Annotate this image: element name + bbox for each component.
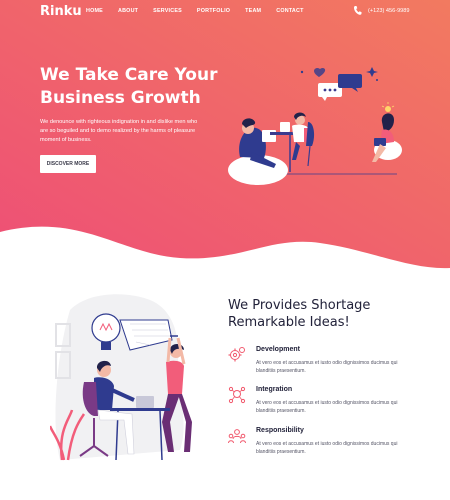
ideas-illustration bbox=[50, 294, 192, 461]
nav-item-services[interactable]: SERVICES bbox=[153, 8, 182, 14]
section-title-line-2: Remarkable Ideas! bbox=[228, 315, 350, 330]
network-icon bbox=[228, 386, 246, 404]
gears-icon bbox=[228, 347, 245, 362]
nav-item-contact[interactable]: CONTACT bbox=[276, 8, 303, 14]
feature-description: At vero eos et accusamus et iusto odio d… bbox=[256, 400, 398, 414]
hero-title: We Take Care Your Business Growth bbox=[40, 64, 240, 110]
nav-item-portfolio[interactable]: PORTFOLIO bbox=[197, 8, 230, 14]
nav-item-home[interactable]: HOME bbox=[86, 8, 103, 14]
phone-number: (+123) 456-9989 bbox=[368, 7, 410, 14]
feature-title: Development bbox=[256, 346, 300, 353]
chat-bubbles-icon bbox=[300, 67, 378, 101]
nav-item-about[interactable]: ABOUT bbox=[118, 8, 138, 14]
phone-icon bbox=[354, 6, 362, 15]
top-navigation: Rinku HOME ABOUT SERVICES PORTFOLIO TEAM… bbox=[0, 0, 450, 22]
phone-contact[interactable]: (+123) 456-9989 bbox=[353, 5, 410, 16]
discover-more-button[interactable]: DISCOVER MORE bbox=[40, 155, 96, 173]
hero-section: Rinku HOME ABOUT SERVICES PORTFOLIO TEAM… bbox=[0, 0, 450, 275]
feature-description: At vero eos et accusamus et iusto odio d… bbox=[256, 360, 398, 374]
section-title-line-1: We Provides Shortage bbox=[228, 298, 371, 313]
feature-title: Integration bbox=[256, 386, 293, 393]
meeting-illustration bbox=[228, 67, 402, 185]
section-title: We Provides Shortage Remarkable Ideas! bbox=[228, 297, 428, 331]
feature-description: At vero eos et accusamus et iusto odio d… bbox=[256, 441, 398, 455]
hero-title-line-1: We Take Care Your bbox=[40, 65, 218, 85]
hero-title-line-2: Business Growth bbox=[40, 88, 201, 108]
feature-title: Responsibility bbox=[256, 427, 304, 434]
hero-description: We denounce with righteous indignation i… bbox=[40, 119, 198, 143]
team-icon bbox=[228, 429, 246, 444]
nav-item-team[interactable]: TEAM bbox=[245, 8, 261, 14]
brand-logo[interactable]: Rinku bbox=[40, 4, 82, 19]
main-menu: HOME ABOUT SERVICES PORTFOLIO TEAM CONTA… bbox=[86, 8, 319, 14]
